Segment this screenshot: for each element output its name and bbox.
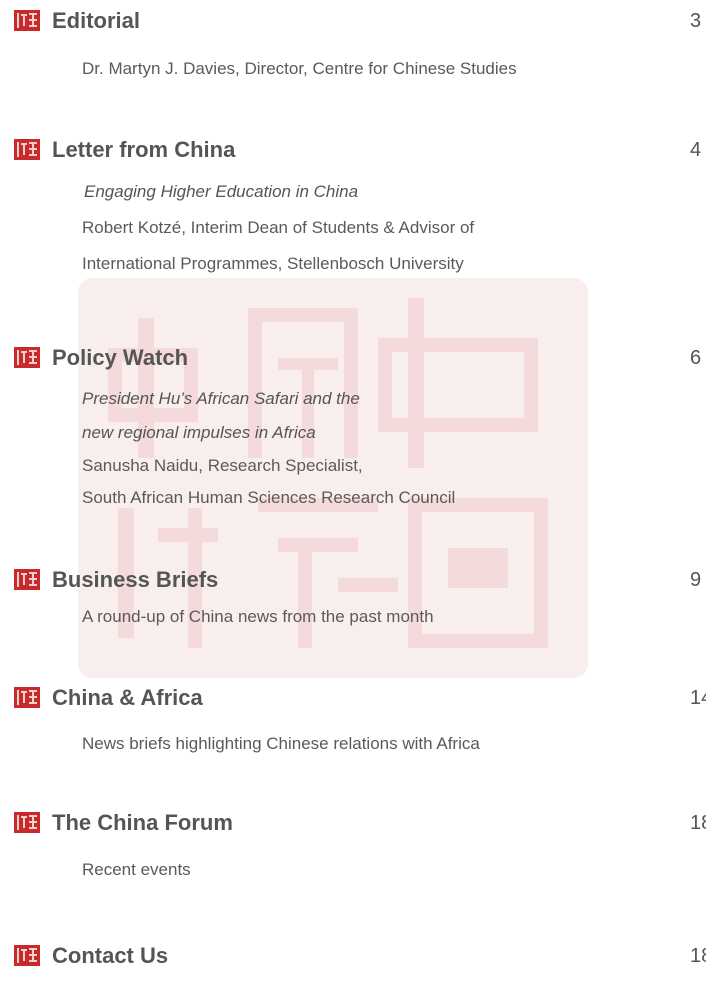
page-number: 14 — [690, 687, 706, 709]
seal-bullet-icon — [14, 812, 40, 833]
seal-bullet-icon — [14, 10, 40, 31]
seal-bullet-icon — [14, 569, 40, 590]
seal-bullet-icon — [14, 687, 40, 708]
author-line: Sanusha Naidu, Research Specialist, — [82, 456, 363, 475]
article-title: new regional impulses in Africa — [82, 423, 316, 442]
page-number: 18 — [690, 812, 706, 834]
page-number: 6 — [690, 347, 702, 369]
seal-bullet-icon — [14, 139, 40, 160]
table-of-contents: Editorial 3 Dr. Martyn J. Davies, Direct… — [0, 0, 706, 987]
entry-description: A round-up of China news from the past m… — [82, 607, 434, 626]
page-number: 3 — [690, 10, 702, 32]
article-title: Engaging Higher Education in China — [84, 182, 359, 201]
author-line: South African Human Sciences Research Co… — [82, 488, 456, 507]
page-number: 18 — [690, 945, 706, 967]
page-number: 9 — [690, 569, 702, 591]
section-title: The China Forum — [52, 810, 233, 835]
section-title: Policy Watch — [52, 345, 189, 370]
section-title: Editorial — [52, 8, 141, 33]
article-title: President Hu’s African Safari and the — [82, 389, 360, 408]
entry-description: News briefs highlighting Chinese relatio… — [82, 734, 480, 753]
page-number: 4 — [690, 139, 702, 161]
section-title: Letter from China — [52, 137, 236, 162]
section-title: Business Briefs — [52, 567, 219, 592]
seal-bullet-icon — [14, 347, 40, 368]
author-line: Robert Kotzé, Interim Dean of Students &… — [82, 218, 475, 237]
section-title: China & Africa — [52, 685, 203, 710]
entry-description: Dr. Martyn J. Davies, Director, Centre f… — [82, 59, 517, 78]
author-line: International Programmes, Stellenbosch U… — [82, 254, 464, 273]
entry-description: Recent events — [82, 860, 191, 879]
section-title: Contact Us — [52, 943, 169, 968]
seal-bullet-icon — [14, 945, 40, 966]
